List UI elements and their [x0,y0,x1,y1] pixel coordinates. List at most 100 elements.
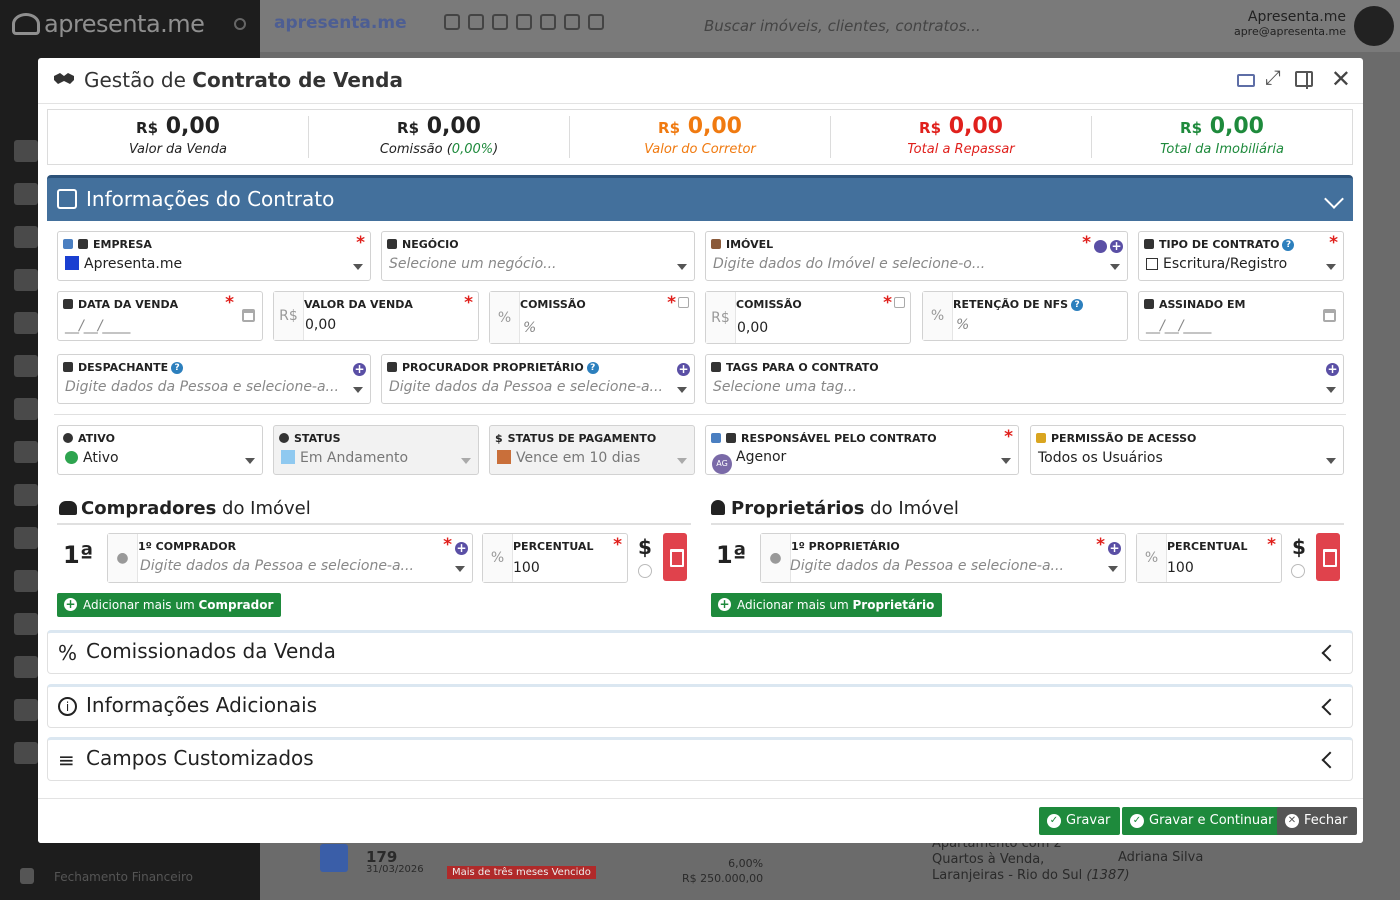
app-logo[interactable]: apresenta.me [12,10,205,38]
add-icon[interactable]: + [1326,363,1339,376]
buyer-person-select[interactable]: ● 1º COMPRADOR * + Digite dados da Pesso… [107,533,473,583]
valor-venda-field[interactable]: R$ VALOR DA VENDA * 0,00 [273,291,479,341]
search-input[interactable]: Buscar imóveis, clientes, contratos... [704,17,981,35]
add-icon[interactable]: + [1110,240,1123,253]
help-icon[interactable]: ? [1071,299,1084,311]
add-icon[interactable]: + [455,542,468,555]
comissao-percent-field[interactable]: % COMISSÃO * % [489,291,695,344]
panel-campos-customizados[interactable]: ≡ Campos Customizados [47,737,1353,781]
sidebar-item[interactable] [14,441,38,463]
sidebar-item[interactable] [14,699,38,721]
buyer-percentual-field[interactable]: % PERCENTUAL * 100 [482,533,628,583]
commission-value-checkbox[interactable] [894,297,905,308]
owner-percentual-field[interactable]: % PERCENTUAL * 100 [1136,533,1282,583]
grid-icon[interactable] [444,14,460,30]
avatar[interactable] [1354,6,1394,46]
chevron-left-icon[interactable] [1321,698,1339,716]
sidebar-item[interactable] [14,527,38,549]
bell-icon[interactable] [468,14,484,30]
chevron-down-icon [1326,458,1336,464]
sidebar-item[interactable] [14,140,38,162]
close-icon[interactable]: ✕ [1331,67,1351,91]
modal-header: Gestão de Contrato de Venda ✕ [38,58,1363,104]
sidebar-item[interactable] [14,355,38,377]
help-icon[interactable]: ? [1282,239,1295,251]
users-icon[interactable] [492,14,508,30]
sidebar-item[interactable] [14,312,38,334]
row-agent[interactable]: Adriana Silva [1118,850,1203,865]
sidebar-item[interactable] [14,183,38,205]
lock-icon [20,868,34,884]
delete-buyer-button[interactable] [663,533,687,581]
info-circle-icon: i [58,697,77,716]
buyer-radio[interactable] [638,564,652,578]
sidebar-item[interactable] [14,226,38,248]
help-icon[interactable]: ? [586,362,599,374]
save-continue-button[interactable]: Gravar e Continuar [1122,807,1284,835]
add-icon[interactable]: + [677,363,690,376]
add-icon[interactable]: + [1108,542,1121,555]
add-icon[interactable]: + [353,363,366,376]
save-button[interactable]: Gravar [1039,807,1121,835]
retencao-nfs-field[interactable]: % RETENÇÃO DE NFS? % [922,291,1128,341]
tag-icon [711,362,721,372]
sidebar-item[interactable] [14,398,38,420]
negocio-select[interactable]: NEGÓCIO Selecione um negócio... [381,231,695,281]
logo-icon [12,13,40,35]
sidebar-footer-link[interactable]: Fechamento Financeiro [20,868,193,884]
add-owner-button[interactable]: Adicionar mais um Proprietário [711,593,943,617]
chevron-down-icon[interactable] [1324,189,1344,209]
calendar-icon[interactable] [1323,309,1336,322]
calendar-icon[interactable] [540,14,556,30]
handshake-icon [387,239,397,249]
despachante-select[interactable]: DESPACHANTE? + Digite dados da Pessoa e … [57,354,371,404]
permissao-select[interactable]: PERMISSÃO DE ACESSO Todos os Usuários [1030,425,1344,475]
imovel-select[interactable]: IMÓVEL * + Digite dados do Imóvel e sele… [705,231,1128,281]
phone-icon[interactable] [564,14,580,30]
status-select[interactable]: STATUS Em Andamento [273,425,479,475]
sidebar-item[interactable] [14,742,38,764]
sidebar-item[interactable] [14,269,38,291]
tipo-contrato-select[interactable]: TIPO DE CONTRATO? * Escritura/Registro [1138,231,1344,281]
panel-comissionados[interactable]: % Comissionados da Venda [47,630,1353,674]
empresa-field[interactable]: EMPRESA * Apresenta.me [57,231,371,281]
gear-icon[interactable] [320,844,348,872]
calendar-icon[interactable] [242,309,255,322]
add-buyer-button[interactable]: Adicionar mais um Comprador [57,593,282,617]
owner-person-select[interactable]: ● 1º PROPRIETÁRIO * + Digite dados da Pe… [760,533,1126,583]
minimize-icon[interactable] [1236,74,1255,87]
chevron-left-icon[interactable] [1321,751,1339,769]
search-icon[interactable] [1094,240,1107,253]
responsavel-select[interactable]: RESPONSÁVEL PELO CONTRATO * AG Agenor [705,425,1019,475]
tags-select[interactable]: TAGS PARA O CONTRATO + Selecione uma tag… [705,354,1344,404]
trash-icon[interactable] [588,14,604,30]
sidebar-item[interactable] [14,484,38,506]
split-view-icon[interactable] [1294,71,1313,89]
sidebar-item[interactable] [14,570,38,592]
assinado-em-field[interactable]: ASSINADO EM __/__/____ [1138,291,1344,341]
ativo-select[interactable]: ATIVO Ativo [57,425,263,475]
panel-informacoes-adicionais[interactable]: i Informações Adicionais [47,684,1353,728]
chevron-left-icon[interactable] [1321,644,1339,662]
close-button[interactable]: Fechar [1277,807,1358,835]
status-pagamento-select[interactable]: $ STATUS DE PAGAMENTO Vence em 10 dias [489,425,695,475]
table-row[interactable]: 179 31/03/2026 Mais de três meses Vencid… [262,836,1400,900]
delete-owner-button[interactable] [1316,533,1340,581]
top-logo[interactable]: apresenta.me [274,13,407,33]
data-venda-field[interactable]: DATA DA VENDA * __/__/____ [57,291,263,341]
commission-checkbox[interactable] [678,297,689,308]
sidebar-item[interactable] [14,613,38,635]
gear-icon[interactable] [234,18,246,30]
contract-info-section-header[interactable]: Informações do Contrato [47,175,1353,221]
top-icons [444,14,612,34]
help-icon[interactable]: ? [171,362,184,374]
sidebar-item[interactable] [14,656,38,678]
procurador-select[interactable]: PROCURADOR PROPRIETÁRIO? + Digite dados … [381,354,695,404]
comissao-value-field[interactable]: R$ COMISSÃO * 0,00 [705,291,911,344]
owner-radio[interactable] [1291,564,1305,578]
user-info[interactable]: Apresenta.me apre@apresenta.me [1234,9,1346,38]
globe-icon[interactable] [516,14,532,30]
user-icon [711,500,725,515]
expand-icon[interactable] [1265,65,1285,89]
summary-agency-total: R$ 0,00 Total da Imobiliária [1160,114,1284,158]
